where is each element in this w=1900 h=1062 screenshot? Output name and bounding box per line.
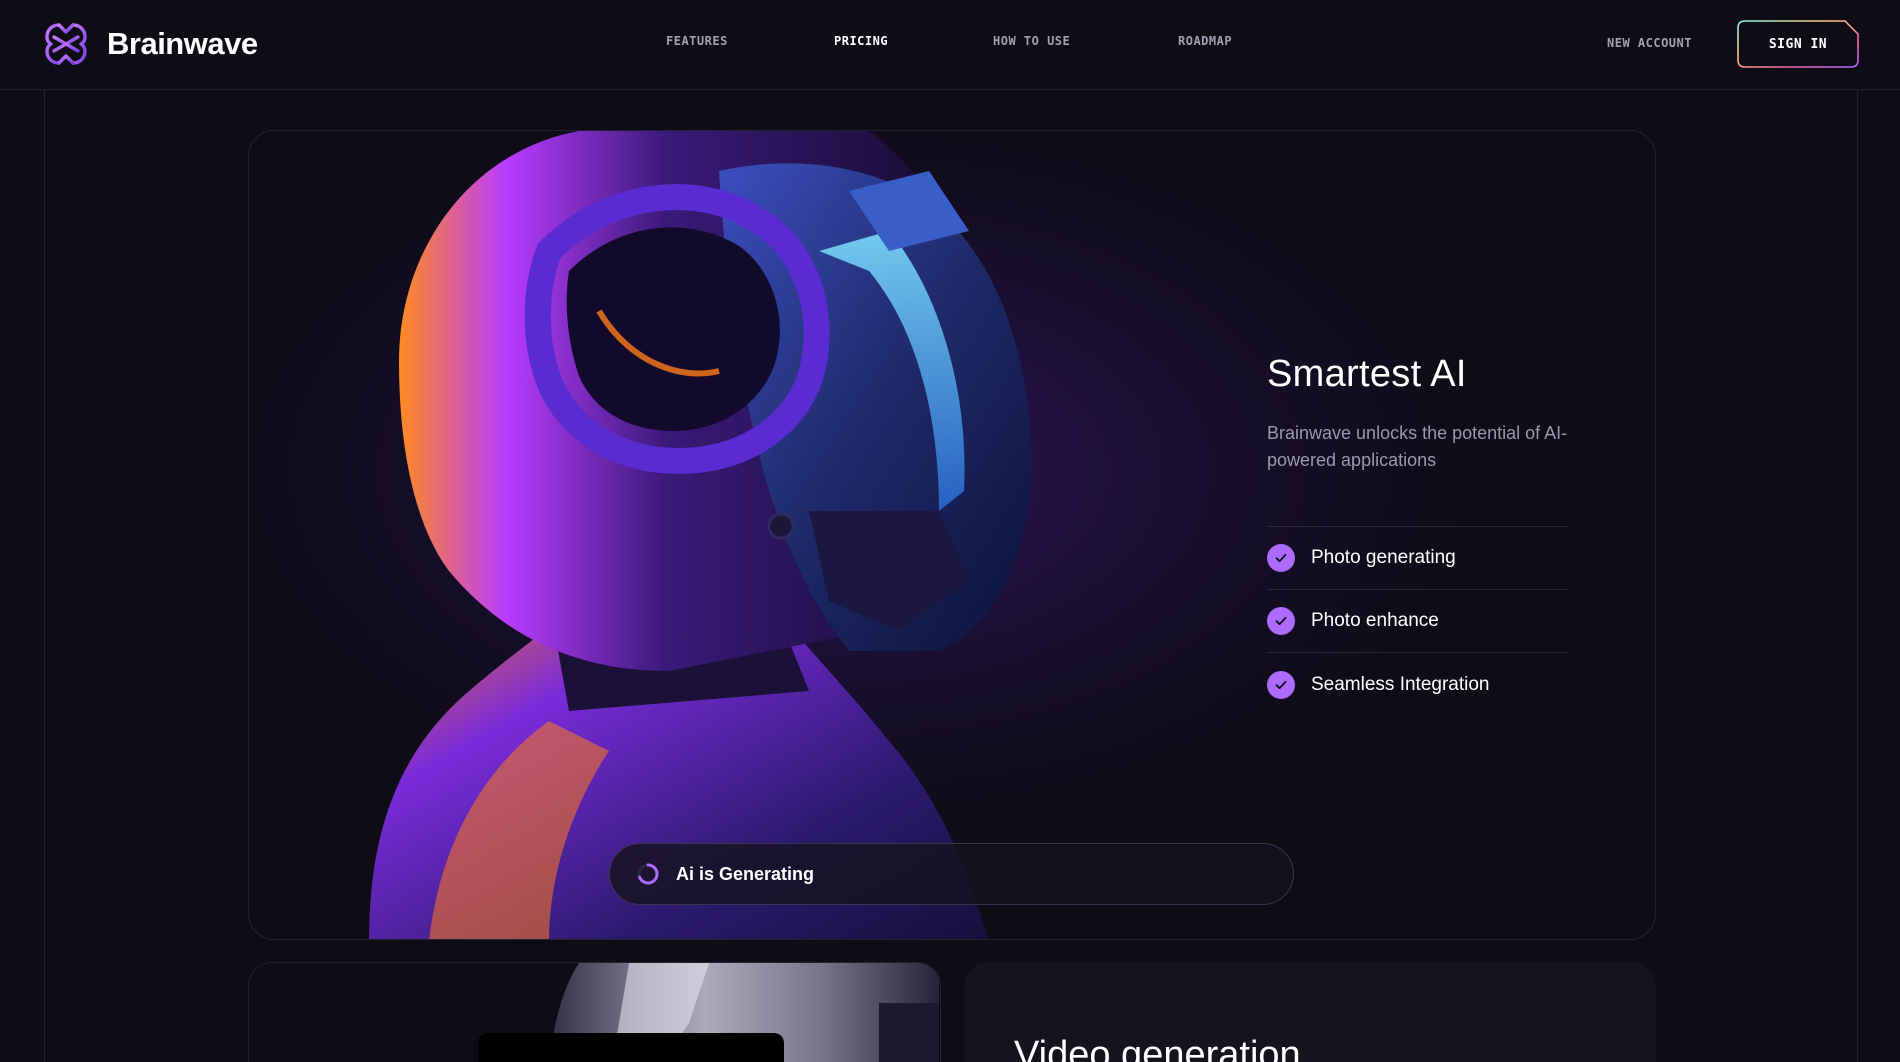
- list-item: Photo enhance: [1267, 590, 1569, 653]
- right-rail-divider: [1857, 90, 1858, 1062]
- sign-in-label: SIGN IN: [1768, 36, 1828, 52]
- feature-label: Seamless Integration: [1311, 673, 1490, 695]
- list-item: Seamless Integration: [1267, 653, 1569, 716]
- image-card: [248, 962, 941, 1062]
- left-rail-divider: [44, 90, 45, 1062]
- site-header: Brainwave FEATURES PRICING HOW TO USE RO…: [0, 0, 1900, 90]
- robot-illustration: [478, 963, 939, 1062]
- check-icon: [1267, 670, 1295, 699]
- nav-link-how-to-use[interactable]: HOW TO USE: [993, 34, 1070, 48]
- list-item: Photo generating: [1267, 527, 1569, 590]
- check-icon: [1267, 544, 1295, 572]
- feature-label: Photo enhance: [1311, 610, 1439, 631]
- hero-title: Smartest AI: [1267, 353, 1467, 395]
- loading-spinner-icon: [637, 863, 659, 885]
- new-account-link[interactable]: NEW ACCOUNT: [1607, 36, 1692, 50]
- feature-list: Photo generating Photo enhance Seamless …: [1267, 526, 1569, 716]
- nav-link-roadmap[interactable]: ROADMAP: [1178, 34, 1232, 48]
- video-generation-title: Video generation: [1014, 1034, 1301, 1062]
- hero-subtitle: Brainwave unlocks the potential of AI-po…: [1267, 423, 1568, 470]
- video-generation-card: Video generation: [964, 962, 1656, 1062]
- overlay-panel: [478, 1033, 784, 1062]
- hero-text-block: Smartest AI Brainwave unlocks the potent…: [1267, 353, 1569, 716]
- check-icon: [1267, 607, 1295, 635]
- ai-generating-label: Ai is Generating: [676, 863, 815, 884]
- sign-in-button[interactable]: SIGN IN: [1737, 20, 1859, 68]
- hero-card: Smartest AI Brainwave unlocks the potent…: [248, 130, 1656, 940]
- nav-link-features[interactable]: FEATURES: [666, 34, 728, 48]
- ai-generating-status: Ai is Generating: [609, 843, 1294, 905]
- feature-label: Photo generating: [1311, 547, 1456, 568]
- nav-link-pricing[interactable]: PRICING: [834, 34, 888, 48]
